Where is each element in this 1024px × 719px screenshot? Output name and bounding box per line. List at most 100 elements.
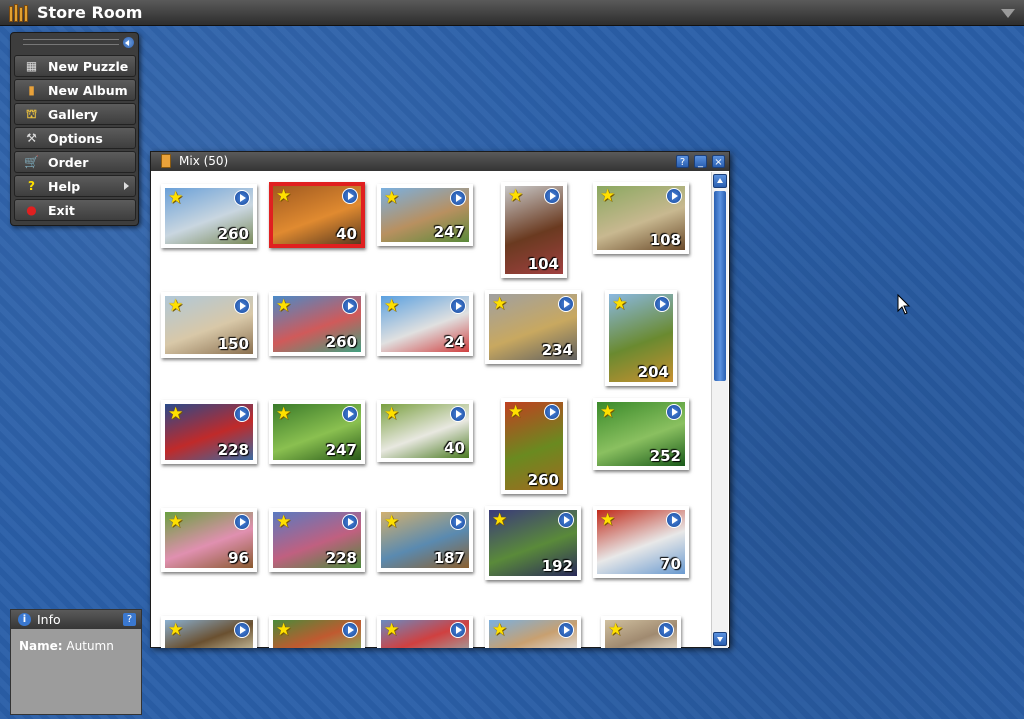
menu-item-label: Exit <box>48 203 75 218</box>
favorite-star-icon[interactable]: ★ <box>384 298 399 315</box>
favorite-star-icon[interactable]: ★ <box>168 406 183 423</box>
favorite-star-icon[interactable]: ★ <box>276 622 291 639</box>
puzzle-tile[interactable]: ★ 234 <box>485 290 581 364</box>
puzzle-tile[interactable]: ★ 260 <box>269 292 365 356</box>
puzzle-tile[interactable]: ★ 96 <box>161 508 257 572</box>
favorite-star-icon[interactable]: ★ <box>168 190 183 207</box>
favorite-star-icon[interactable]: ★ <box>276 298 291 315</box>
puzzle-tile[interactable]: ★ 108 <box>593 182 689 254</box>
favorite-star-icon[interactable]: ★ <box>168 514 183 531</box>
puzzle-tile[interactable]: ★ 70 <box>593 506 689 578</box>
play-icon[interactable] <box>450 298 466 314</box>
favorite-star-icon[interactable]: ★ <box>384 190 399 207</box>
play-icon[interactable] <box>658 622 674 638</box>
puzzle-tile[interactable]: ★ 192 <box>485 506 581 580</box>
play-icon[interactable] <box>342 298 358 314</box>
play-icon[interactable] <box>544 404 560 420</box>
play-icon[interactable] <box>234 190 250 206</box>
puzzle-tile[interactable]: ★ <box>161 616 257 648</box>
favorite-star-icon[interactable]: ★ <box>384 514 399 531</box>
puzzle-tile[interactable]: ★ 247 <box>269 400 365 464</box>
favorite-star-icon[interactable]: ★ <box>168 622 183 639</box>
menu-item-help[interactable]: ? Help <box>14 175 136 197</box>
puzzle-tile[interactable]: ★ 150 <box>161 292 257 358</box>
puzzle-tile[interactable]: ★ 24 <box>377 292 473 356</box>
album-minimize-button[interactable]: _ <box>694 155 707 168</box>
puzzle-tile[interactable]: ★ 187 <box>377 508 473 572</box>
play-icon[interactable] <box>666 404 682 420</box>
favorite-star-icon[interactable]: ★ <box>168 298 183 315</box>
puzzle-tile[interactable]: ★ 247 <box>377 184 473 246</box>
play-icon[interactable] <box>544 188 560 204</box>
favorite-star-icon[interactable]: ★ <box>384 622 399 639</box>
play-icon[interactable] <box>234 622 250 638</box>
play-icon[interactable] <box>558 622 574 638</box>
play-icon[interactable] <box>666 188 682 204</box>
favorite-star-icon[interactable]: ★ <box>612 296 627 313</box>
puzzle-tile[interactable]: ★ <box>377 616 473 648</box>
favorite-star-icon[interactable]: ★ <box>492 296 507 313</box>
puzzle-tile[interactable]: ★ 40 <box>269 182 365 248</box>
play-icon[interactable] <box>558 512 574 528</box>
favorite-star-icon[interactable]: ★ <box>276 406 291 423</box>
menu-item-label: Help <box>48 179 81 194</box>
favorite-star-icon[interactable]: ★ <box>600 512 615 529</box>
puzzle-tile[interactable]: ★ 228 <box>269 508 365 572</box>
play-icon[interactable] <box>654 296 670 312</box>
play-icon[interactable] <box>558 296 574 312</box>
puzzle-tile[interactable]: ★ <box>269 616 365 648</box>
puzzle-tile[interactable]: ★ 260 <box>501 398 567 494</box>
album-help-button[interactable]: ? <box>676 155 689 168</box>
puzzle-tile[interactable]: ★ 204 <box>605 290 677 386</box>
scroll-up-button[interactable] <box>713 174 727 188</box>
puzzle-tile[interactable]: ★ 260 <box>161 184 257 248</box>
scroll-thumb[interactable] <box>714 191 726 381</box>
play-icon[interactable] <box>450 406 466 422</box>
favorite-star-icon[interactable]: ★ <box>492 512 507 529</box>
menu-item-label: Gallery <box>48 107 99 122</box>
play-icon[interactable] <box>450 622 466 638</box>
dropdown-arrow-icon[interactable] <box>1001 9 1015 18</box>
favorite-star-icon[interactable]: ★ <box>600 188 615 205</box>
album-close-button[interactable]: × <box>712 155 725 168</box>
play-icon[interactable] <box>234 298 250 314</box>
menu-grip[interactable] <box>23 39 119 45</box>
play-icon[interactable] <box>234 406 250 422</box>
album-scrollbar[interactable] <box>711 172 728 648</box>
play-icon[interactable] <box>342 622 358 638</box>
favorite-star-icon[interactable]: ★ <box>600 404 615 421</box>
scroll-down-button[interactable] <box>713 632 727 646</box>
piece-count: 228 <box>217 441 249 459</box>
play-icon[interactable] <box>666 512 682 528</box>
play-icon[interactable] <box>450 190 466 206</box>
puzzle-tile[interactable]: ★ <box>601 616 681 648</box>
favorite-star-icon[interactable]: ★ <box>508 188 523 205</box>
play-icon[interactable] <box>234 514 250 530</box>
menu-item-exit[interactable]: ● Exit <box>14 199 136 221</box>
favorite-star-icon[interactable]: ★ <box>384 406 399 423</box>
favorite-star-icon[interactable]: ★ <box>492 622 507 639</box>
play-icon[interactable] <box>450 514 466 530</box>
album-window: Mix (50) ? _ × ★ 260 ★ 40 ★ 247 ★ 104 ★ 108 ★ 150 ★ 2… <box>150 151 730 648</box>
play-icon[interactable] <box>342 406 358 422</box>
info-help-button[interactable]: ? <box>123 613 136 626</box>
album-icon: ▮ <box>28 83 35 97</box>
puzzle-tile[interactable]: ★ 104 <box>501 182 567 278</box>
menu-item-options[interactable]: ⚒ Options <box>14 127 136 149</box>
puzzle-tile[interactable]: ★ 228 <box>161 400 257 464</box>
menu-item-gallery[interactable]: ⛫ Gallery <box>14 103 136 125</box>
play-icon[interactable] <box>342 188 358 204</box>
piece-count: 247 <box>325 441 357 459</box>
favorite-star-icon[interactable]: ★ <box>508 404 523 421</box>
favorite-star-icon[interactable]: ★ <box>608 622 623 639</box>
puzzle-tile[interactable]: ★ 252 <box>593 398 689 470</box>
puzzle-tile[interactable]: ★ 40 <box>377 400 473 462</box>
play-icon[interactable] <box>342 514 358 530</box>
favorite-star-icon[interactable]: ★ <box>276 188 291 205</box>
menu-item-new-album[interactable]: ▮ New Album <box>14 79 136 101</box>
favorite-star-icon[interactable]: ★ <box>276 514 291 531</box>
menu-item-order[interactable]: 🛒 Order <box>14 151 136 173</box>
puzzle-tile[interactable]: ★ <box>485 616 581 648</box>
collapse-menu-icon[interactable] <box>123 37 134 48</box>
menu-item-new-puzzle[interactable]: ▦ New Puzzle <box>14 55 136 77</box>
